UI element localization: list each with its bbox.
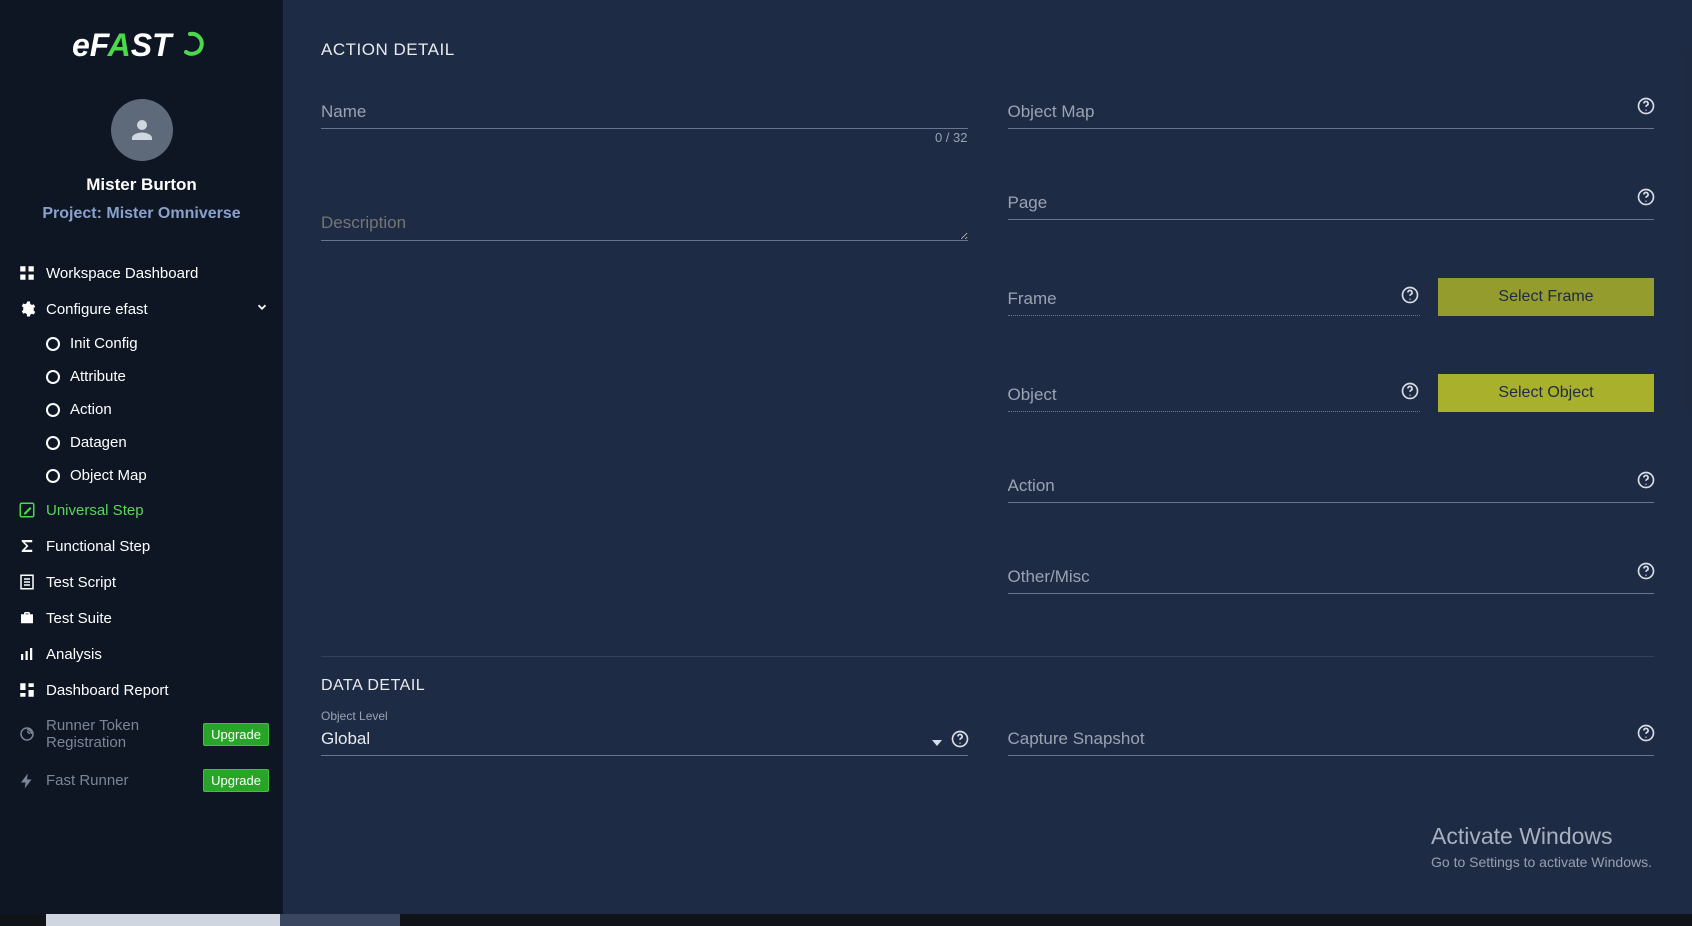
- section-title-action-detail: ACTION DETAIL: [321, 40, 1654, 60]
- name-counter: 0 / 32: [935, 130, 968, 145]
- nav-label: Configure efast: [46, 301, 245, 318]
- help-icon[interactable]: [1400, 381, 1420, 406]
- help-icon[interactable]: [1400, 285, 1420, 310]
- person-icon: [127, 115, 157, 145]
- object-level-select[interactable]: Global: [321, 723, 968, 756]
- nav-functional-step[interactable]: Functional Step: [0, 528, 283, 564]
- field-action: [1008, 470, 1655, 503]
- capture-snapshot-input[interactable]: [1008, 723, 1655, 756]
- subnav-label: Datagen: [70, 434, 127, 451]
- field-object-level: Object Level Global: [321, 723, 968, 756]
- other-misc-input[interactable]: [1008, 561, 1655, 594]
- help-icon[interactable]: [1636, 96, 1656, 121]
- subnav-datagen[interactable]: Datagen: [0, 426, 283, 459]
- fingerprint-icon: [18, 725, 36, 743]
- section-title-data-detail: DATA DETAIL: [321, 677, 1654, 695]
- nav-label: Fast Runner: [46, 772, 187, 789]
- subnav-label: Init Config: [70, 335, 138, 352]
- select-object-button[interactable]: Select Object: [1438, 374, 1654, 412]
- subnav-action[interactable]: Action: [0, 393, 283, 426]
- description-input[interactable]: [321, 207, 968, 241]
- help-icon[interactable]: [1636, 723, 1656, 748]
- project-name: Project: Mister Omniverse: [0, 205, 283, 223]
- name-input[interactable]: [321, 96, 968, 129]
- frame-input[interactable]: [1008, 283, 1421, 316]
- field-object-map: [1008, 96, 1655, 129]
- subnav-attribute[interactable]: Attribute: [0, 360, 283, 393]
- nav: Workspace Dashboard Configure efast Init…: [0, 255, 283, 801]
- bullet-icon: [46, 370, 60, 384]
- user-name: Mister Burton: [0, 175, 283, 195]
- subnav-label: Object Map: [70, 467, 147, 484]
- gear-icon: [18, 300, 36, 318]
- grid-icon: [18, 264, 36, 282]
- page-input[interactable]: [1008, 187, 1655, 220]
- object-level-value: Global: [321, 729, 370, 748]
- nav-label: Workspace Dashboard: [46, 265, 269, 282]
- field-name: 0 / 32: [321, 96, 968, 129]
- list-icon: [18, 573, 36, 591]
- main: ACTION DETAIL 0 / 32: [283, 0, 1692, 926]
- nav-label: Runner Token Registration: [46, 717, 187, 751]
- help-icon[interactable]: [1636, 561, 1656, 586]
- brand-logo: eFAST: [0, 18, 283, 89]
- sigma-icon: [18, 537, 36, 555]
- bullet-icon: [46, 403, 60, 417]
- object-map-input[interactable]: [1008, 96, 1655, 129]
- field-frame: [1008, 283, 1421, 316]
- object-input[interactable]: [1008, 379, 1421, 412]
- nav-label: Functional Step: [46, 538, 269, 555]
- action-input[interactable]: [1008, 470, 1655, 503]
- nav-universal-step[interactable]: Universal Step: [0, 492, 283, 528]
- subnav-object-map[interactable]: Object Map: [0, 459, 283, 492]
- nav-configure-efast[interactable]: Configure efast: [0, 291, 283, 327]
- avatar[interactable]: [111, 99, 173, 161]
- field-object: [1008, 379, 1421, 412]
- nav-label: Universal Step: [46, 502, 269, 519]
- select-frame-button[interactable]: Select Frame: [1438, 278, 1654, 316]
- dashboard-icon: [18, 681, 36, 699]
- field-other-misc: [1008, 561, 1655, 594]
- subnav-init-config[interactable]: Init Config: [0, 327, 283, 360]
- divider: [321, 656, 1654, 657]
- chevron-down-icon: [255, 300, 269, 318]
- nav-dashboard-report[interactable]: Dashboard Report: [0, 672, 283, 708]
- nav-fast-runner[interactable]: Fast Runner Upgrade: [0, 760, 283, 801]
- sidebar: eFAST Mister Burton Project: Mister Omni…: [0, 0, 283, 926]
- help-icon[interactable]: [1636, 187, 1656, 212]
- field-capture-snapshot: [1008, 723, 1655, 756]
- svg-text:eFAST: eFAST: [72, 27, 174, 63]
- bolt-icon: [18, 772, 36, 790]
- help-icon[interactable]: [1636, 470, 1656, 495]
- nav-label: Analysis: [46, 646, 269, 663]
- pencil-icon: [18, 501, 36, 519]
- nav-workspace-dashboard[interactable]: Workspace Dashboard: [0, 255, 283, 291]
- bullet-icon: [46, 469, 60, 483]
- upgrade-badge[interactable]: Upgrade: [203, 723, 269, 746]
- field-description: [321, 207, 968, 246]
- content: ACTION DETAIL 0 / 32: [293, 20, 1682, 926]
- nav-label: Test Suite: [46, 610, 269, 627]
- chart-icon: [18, 645, 36, 663]
- field-page: [1008, 187, 1655, 220]
- upgrade-badge[interactable]: Upgrade: [203, 769, 269, 792]
- subnav-label: Attribute: [70, 368, 126, 385]
- help-icon[interactable]: [950, 729, 970, 754]
- bullet-icon: [46, 436, 60, 450]
- briefcase-icon: [18, 609, 36, 627]
- object-level-mini-label: Object Level: [321, 709, 388, 723]
- nav-label: Test Script: [46, 574, 269, 591]
- nav-test-suite[interactable]: Test Suite: [0, 600, 283, 636]
- caret-down-icon: [932, 740, 942, 746]
- bullet-icon: [46, 337, 60, 351]
- taskbar[interactable]: [0, 914, 1692, 926]
- nav-label: Dashboard Report: [46, 682, 269, 699]
- nav-runner-token[interactable]: Runner Token Registration Upgrade: [0, 708, 283, 760]
- nav-test-script[interactable]: Test Script: [0, 564, 283, 600]
- subnav-label: Action: [70, 401, 112, 418]
- nav-analysis[interactable]: Analysis: [0, 636, 283, 672]
